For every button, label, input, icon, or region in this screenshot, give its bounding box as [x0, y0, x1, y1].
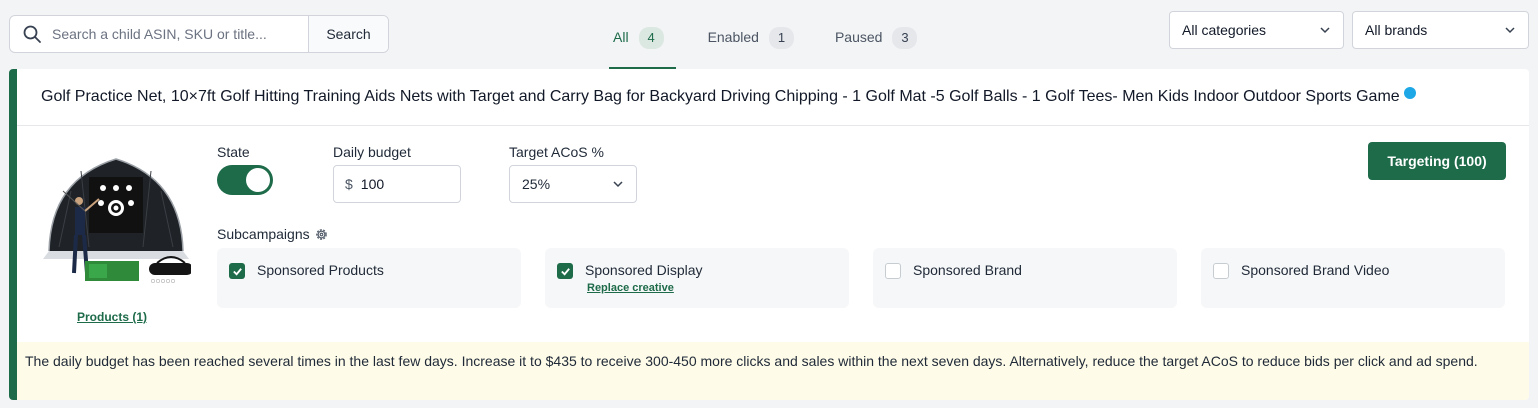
daily-budget-input[interactable] — [360, 176, 431, 192]
tab-enabled[interactable]: Enabled 1 — [704, 19, 798, 69]
toggle-knob — [246, 168, 270, 192]
subcampaigns-label: Subcampaigns — [217, 226, 310, 242]
currency-symbol: $ — [345, 176, 353, 192]
subcampaigns-header: Subcampaigns — [217, 226, 329, 242]
gear-icon[interactable] — [314, 227, 329, 242]
daily-budget-label: Daily budget — [333, 144, 411, 160]
target-acos-select[interactable]: 25% — [509, 165, 637, 203]
search-field[interactable] — [10, 16, 308, 52]
subcampaign-sponsored-display: Sponsored Display Replace creative — [545, 248, 849, 308]
checkbox[interactable] — [557, 263, 573, 279]
product-title-row: Golf Practice Net, 10×7ft Golf Hitting T… — [17, 69, 1529, 126]
subcampaign-sponsored-brand: Sponsored Brand — [873, 248, 1177, 308]
tab-paused[interactable]: Paused 3 — [831, 19, 921, 69]
checkbox[interactable] — [1213, 263, 1229, 279]
subcampaign-label: Sponsored Display — [585, 262, 703, 278]
state-label: State — [217, 144, 250, 160]
subcampaign-sponsored-brand-video: Sponsored Brand Video — [1201, 248, 1505, 308]
chevron-down-icon — [613, 181, 623, 188]
check-icon — [560, 267, 570, 276]
chevron-down-icon — [1505, 27, 1515, 34]
budget-notice: The daily budget has been reached severa… — [17, 342, 1529, 400]
category-select-value: All categories — [1182, 22, 1267, 38]
search-button[interactable]: Search — [308, 16, 388, 52]
state-toggle[interactable] — [217, 165, 273, 195]
tab-count: 3 — [892, 27, 918, 49]
checkbox[interactable] — [229, 263, 245, 279]
subcampaign-label-group: Sponsored Display Replace creative — [585, 262, 703, 294]
targeting-button[interactable]: Targeting (100) — [1368, 142, 1506, 180]
chevron-down-icon — [1320, 27, 1330, 34]
product-title: Golf Practice Net, 10×7ft Golf Hitting T… — [41, 88, 1400, 105]
daily-budget-field: $ — [333, 165, 461, 203]
subcampaign-label: Sponsored Brand — [913, 262, 1022, 278]
tab-count: 1 — [768, 27, 794, 49]
search-bar: Search — [9, 15, 389, 53]
brand-select-value: All brands — [1365, 22, 1428, 38]
search-icon — [23, 25, 41, 43]
subcampaign-label: Sponsored Products — [257, 262, 384, 278]
checkbox[interactable] — [885, 263, 901, 279]
subcampaign-sponsored-products: Sponsored Products — [217, 248, 521, 308]
brand-select[interactable]: All brands — [1352, 11, 1529, 49]
status-dot — [1403, 87, 1416, 99]
check-icon — [232, 267, 242, 276]
status-tabs: All 4 Enabled 1 Paused 3 — [609, 19, 954, 69]
search-input[interactable] — [52, 26, 302, 42]
replace-creative-link[interactable]: Replace creative — [587, 282, 703, 294]
tab-label: Paused — [834, 29, 883, 45]
campaign-card: Golf Practice Net, 10×7ft Golf Hitting T… — [9, 69, 1529, 400]
products-link[interactable]: Products (1) — [77, 310, 147, 324]
tab-label: Enabled — [707, 29, 759, 45]
target-acos-label: Target ACoS % — [509, 144, 604, 160]
tab-all[interactable]: All 4 — [609, 19, 676, 69]
product-image — [43, 158, 191, 284]
tab-label: All — [613, 29, 629, 45]
subcampaign-label: Sponsored Brand Video — [1241, 262, 1390, 278]
target-acos-value: 25% — [522, 176, 551, 192]
tab-count: 4 — [638, 27, 664, 49]
category-select[interactable]: All categories — [1169, 11, 1344, 49]
